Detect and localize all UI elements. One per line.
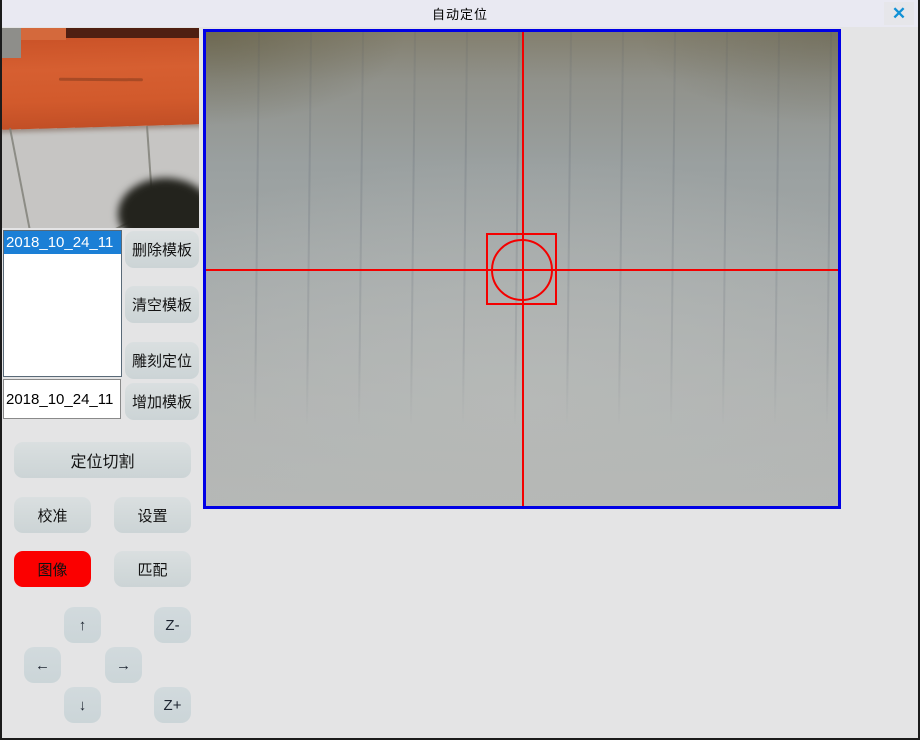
- template-list-item[interactable]: 2018_10_24_11: [4, 231, 121, 254]
- auto-position-dialog: 自动定位 ✕ 2018_10_24_11 删除模板 清空模板 雕刻定位 增加模板…: [0, 0, 920, 740]
- thumbnail-tile-line: [9, 128, 36, 228]
- target-circle: [491, 239, 553, 301]
- jog-down-arrow-button[interactable]: ↓: [64, 687, 101, 723]
- template-thumbnail: [2, 28, 199, 228]
- template-name-input[interactable]: [3, 379, 121, 419]
- thumbnail-orange-beam: [2, 34, 199, 130]
- jog-left-arrow-button[interactable]: ←: [24, 647, 61, 683]
- match-button[interactable]: 匹配: [114, 551, 191, 587]
- delete-template-button[interactable]: 删除模板: [125, 231, 199, 268]
- jog-up-arrow-button[interactable]: ↑: [64, 607, 101, 643]
- title-bar: 自动定位 ✕: [2, 0, 918, 27]
- thumbnail-orange-patch: [21, 28, 66, 40]
- calibrate-button[interactable]: 校准: [14, 497, 91, 533]
- window-title: 自动定位: [432, 4, 488, 23]
- jog-z-plus-button[interactable]: Z+: [154, 687, 191, 723]
- settings-button[interactable]: 设置: [114, 497, 191, 533]
- jog-right-arrow-button[interactable]: →: [105, 647, 142, 683]
- image-button-active[interactable]: 图像: [14, 551, 91, 587]
- add-template-button[interactable]: 增加模板: [125, 383, 199, 420]
- camera-view[interactable]: [203, 29, 841, 509]
- engrave-position-button[interactable]: 雕刻定位: [125, 342, 199, 379]
- position-cut-button[interactable]: 定位切割: [14, 442, 191, 478]
- thumbnail-gray-patch: [2, 28, 21, 58]
- close-icon[interactable]: ✕: [884, 2, 914, 25]
- clear-templates-button[interactable]: 清空模板: [125, 286, 199, 323]
- thumbnail-dark-object: [118, 178, 199, 228]
- template-list[interactable]: 2018_10_24_11: [3, 230, 122, 377]
- jog-z-minus-button[interactable]: Z-: [154, 607, 191, 643]
